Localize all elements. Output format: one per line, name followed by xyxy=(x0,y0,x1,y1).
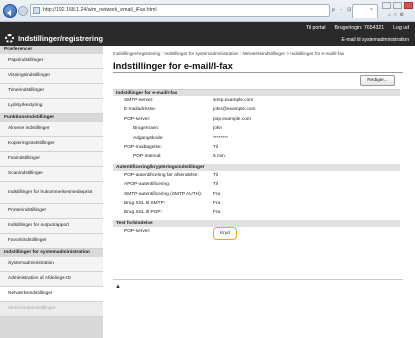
sidebar-section-heading: Funktionsindstillinger xyxy=(0,114,103,122)
setting-label: E-mailadresse: xyxy=(124,107,156,113)
setting-label: POP-interval: xyxy=(133,154,162,160)
sidebar-item[interactable]: Faxindstillinger xyxy=(0,152,103,167)
header-links: Til portal Brugerlogin: 7654321 Log ud xyxy=(306,25,409,31)
setting-value: Fra xyxy=(213,210,221,216)
app-title: Indstillinger/registrering xyxy=(18,34,104,43)
close-icon[interactable] xyxy=(404,2,413,9)
tab-close-icon[interactable]: × xyxy=(370,7,373,13)
browser-tab[interactable] xyxy=(352,4,378,18)
main-content: Indstillinger/registrering : Indstilling… xyxy=(103,46,415,338)
settings-row: E-mailadresse: john@example.com xyxy=(113,105,400,114)
setting-value: Fra xyxy=(213,200,221,206)
setting-value: Til xyxy=(213,144,218,150)
address-bar[interactable]: http://192.168.1.24/a/m_network_email_iF… xyxy=(30,4,330,17)
sidebar-item[interactable]: Almene indstillinger xyxy=(0,122,103,137)
bottom-divider xyxy=(113,279,403,280)
settings-row: POP-interval: 5 min. xyxy=(113,152,400,161)
auth-rows: POP-autentificering før afsendelse: Til AP… xyxy=(113,171,400,218)
sidebar-item[interactable]: Sikkerhedsindstillinger xyxy=(0,302,103,317)
sidebar-item[interactable]: Indstillinger for hukommelsesmedieprint xyxy=(0,182,103,204)
panel-heading: Indstillinger for e-mail/I-fax xyxy=(113,89,400,96)
sidebar-item[interactable]: Systemadministration xyxy=(0,257,103,272)
settings-row: Brugernavn: john xyxy=(113,124,400,133)
sidebar-item[interactable]: Visningsindstillinger xyxy=(0,69,103,84)
test-row: POP-server: Kryd xyxy=(113,226,400,242)
setting-label: POP-server: xyxy=(124,116,151,122)
address-url: http://192.168.1.24/a/m_network_email_iF… xyxy=(43,7,157,13)
settings-row: POP-server: pop.example.com xyxy=(113,115,400,124)
settings-row: Brug SSL til POP: Fra xyxy=(113,208,400,217)
settings-row: SMTP-autentificering (SMTP AUTH): Fra xyxy=(113,190,400,199)
edit-button[interactable]: Rediger... xyxy=(360,75,395,86)
minimize-icon[interactable] xyxy=(382,2,391,9)
back-arrow-icon[interactable] xyxy=(3,4,17,18)
breadcrumb: Indstillinger/registrering : Indstilling… xyxy=(113,51,345,56)
setting-label: Adgangskode: xyxy=(133,135,164,141)
setting-value: Fra xyxy=(213,191,221,197)
gear-icon xyxy=(5,34,14,43)
setting-value: Til xyxy=(213,172,218,178)
page-icon xyxy=(33,7,40,14)
settings-row: POP-autentificering før afsendelse: Til xyxy=(113,171,400,180)
setting-label: SMTP-autentificering (SMTP AUTH): xyxy=(124,191,203,197)
admin-email-link[interactable]: E-mail til systemadministration xyxy=(341,37,409,43)
sidebar-item[interactable]: Indstillinger for outputrapport xyxy=(0,219,103,234)
settings-row: APOP-autentificering: Til xyxy=(113,180,400,189)
setting-label: POP-modtagelse: xyxy=(124,144,162,150)
sidebar-item[interactable]: Printerindstillinger xyxy=(0,204,103,219)
setting-label: Brugernavn: xyxy=(133,126,160,132)
auth-heading: Autentificering/krypteringsindstillinger xyxy=(113,163,400,171)
logout-link[interactable]: Log ud xyxy=(393,25,409,31)
setting-label: APOP-autentificering: xyxy=(124,182,171,188)
sidebar-section-heading: Præferencer xyxy=(0,46,103,54)
settings-row: SMTP-server: smtp.example.com xyxy=(113,96,400,105)
setting-label: Brug SSL til POP: xyxy=(124,210,162,216)
settings-row: POP-modtagelse: Til xyxy=(113,143,400,152)
settings-row: Adgangskode: ******** xyxy=(113,134,400,143)
test-heading: Test forbindelse xyxy=(113,219,400,227)
app-header: Til portal Brugerlogin: 7654321 Log ud I… xyxy=(0,22,415,46)
settings-row: Brug SSL til SMTP: Fra xyxy=(113,199,400,208)
sidebar-section-heading: Indstillinger for systemadministration xyxy=(0,249,103,257)
browser-toolbar: http://192.168.1.24/a/m_network_email_iF… xyxy=(0,0,415,22)
sidebar-item[interactable]: Timerindstillinger xyxy=(0,84,103,99)
title-divider xyxy=(113,72,403,73)
sidebar-item[interactable]: Kopieringsindstillinger xyxy=(0,137,103,152)
setting-value: john xyxy=(213,126,223,132)
setting-value: Til xyxy=(213,182,218,188)
browser-menu-icons[interactable]: ⌂☆⚙ xyxy=(388,12,406,18)
setting-label: SMTP-server: xyxy=(124,98,154,103)
sidebar-item[interactable]: Netværksindstillinger xyxy=(0,287,103,302)
sidebar: Præferencer Papirindstillinger Visningsind… xyxy=(0,46,103,338)
settings-rows: SMTP-server: smtp.example.com E-mailadress… xyxy=(113,96,400,162)
test-label: POP-server: xyxy=(124,228,151,234)
sidebar-item[interactable]: Administration af Afdelings-ID xyxy=(0,272,103,287)
window-controls xyxy=(382,2,413,9)
settings-panel: Indstillinger for e-mail/I-fax SMTP-serv… xyxy=(113,89,400,242)
page-title: Indstillinger for e-mail/I-fax xyxy=(113,60,233,71)
user-login-text: Brugerlogin: 7654321 xyxy=(334,25,385,31)
sidebar-item[interactable]: Lydstyrkestyring xyxy=(0,99,103,114)
sidebar-item[interactable]: Papirindstillinger xyxy=(0,54,103,69)
setting-label: Brug SSL til SMTP: xyxy=(124,200,166,206)
setting-value: pop.example.com xyxy=(213,116,251,122)
test-button[interactable]: Kryd xyxy=(213,226,237,240)
setting-label: POP-autentificering før afsendelse: xyxy=(124,172,199,178)
setting-value: ******** xyxy=(213,135,228,141)
back-to-top-icon[interactable]: ▲ xyxy=(115,284,121,290)
maximize-icon[interactable] xyxy=(393,2,402,9)
setting-value: john@example.com xyxy=(213,107,256,113)
setting-value: smtp.example.com xyxy=(213,98,254,103)
sidebar-item[interactable]: Favoritindstillinger xyxy=(0,234,103,249)
setting-value: 5 min. xyxy=(213,154,227,160)
forward-arrow-icon[interactable] xyxy=(18,6,28,16)
portal-link[interactable]: Til portal xyxy=(306,25,326,31)
sidebar-item[interactable]: Scanindstillinger xyxy=(0,167,103,182)
